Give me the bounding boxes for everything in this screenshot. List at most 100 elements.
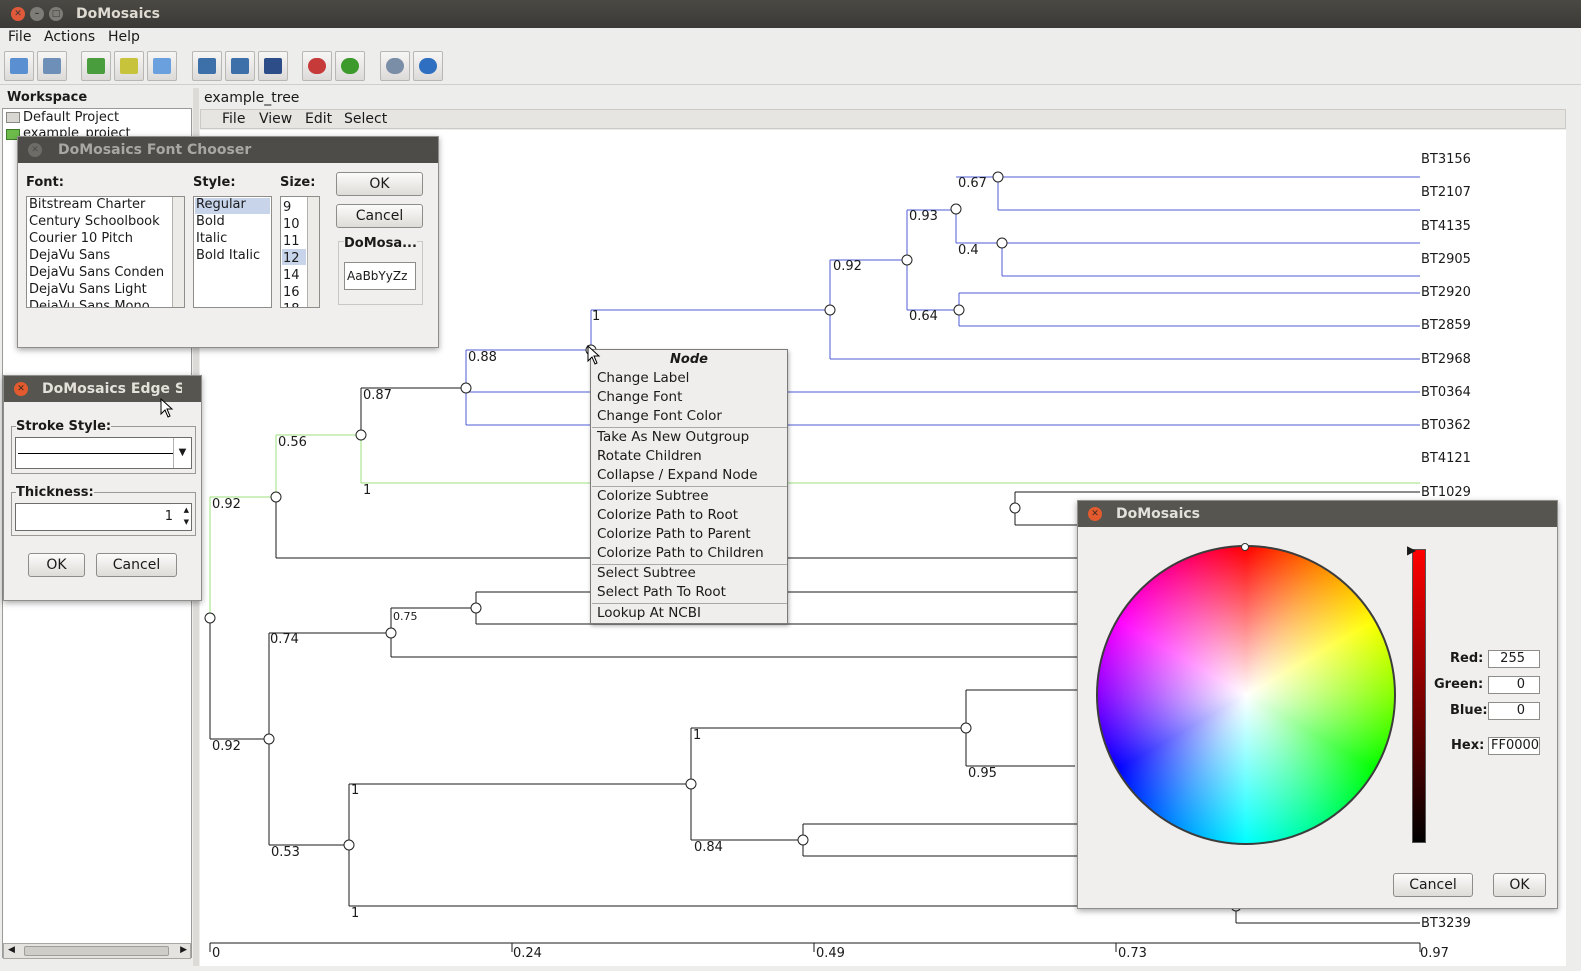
tree-node[interactable]	[996, 237, 1008, 249]
tree-branch[interactable]	[590, 309, 830, 350]
font-ok-button[interactable]: OK	[336, 172, 423, 196]
tree-branch[interactable]	[475, 591, 1100, 625]
font-option[interactable]: DejaVu Sans Conden	[29, 265, 164, 280]
tree-node[interactable]	[1009, 502, 1021, 514]
menu-item-rotate-children[interactable]: Rotate Children	[597, 448, 702, 464]
font-option[interactable]: DejaVu Sans Mono	[29, 299, 150, 307]
save-button[interactable]	[37, 51, 67, 81]
radsa-button[interactable]	[258, 51, 288, 81]
hex-field[interactable]: FF0000	[1488, 737, 1540, 755]
close-icon[interactable]: ✕	[14, 382, 28, 396]
menu-item-take-as-outgroup[interactable]: Take As New Outgroup	[597, 429, 749, 445]
blue-spinner[interactable]: 0	[1488, 702, 1540, 720]
color-ok-button[interactable]: OK	[1493, 873, 1546, 897]
tree-node[interactable]	[901, 254, 913, 266]
menu-file[interactable]: File	[8, 29, 31, 45]
font-list[interactable]: Bitstream Charter Century Schoolbook Cou…	[26, 196, 185, 308]
tree-node[interactable]	[797, 834, 809, 846]
colored-tree-button[interactable]	[302, 51, 332, 81]
tree-menu-select[interactable]: Select	[344, 111, 387, 127]
workspace-item[interactable]: Default Project	[23, 110, 119, 125]
tree-node[interactable]	[950, 203, 962, 215]
spinner-up-icon[interactable]: ▲	[184, 506, 189, 514]
brightness-slider[interactable]	[1412, 549, 1426, 843]
color-wheel-selector[interactable]	[1241, 543, 1249, 551]
menu-item-colorize-path-children[interactable]: Colorize Path to Children	[597, 545, 764, 561]
tree-menu-edit[interactable]: Edit	[305, 111, 332, 127]
size-option[interactable]: 14	[283, 268, 300, 283]
open-button[interactable]	[4, 51, 34, 81]
tree-node[interactable]	[470, 602, 482, 614]
size-option[interactable]: 10	[283, 217, 300, 232]
import-fasta-button[interactable]	[81, 51, 111, 81]
tree-node[interactable]	[270, 491, 282, 503]
leaf-label[interactable]: BT2107	[1421, 186, 1471, 200]
brightness-marker-icon[interactable]: ▶	[1407, 543, 1416, 557]
leaf-label[interactable]: BT0362	[1421, 419, 1471, 433]
settings-button[interactable]	[380, 51, 410, 81]
menu-item-lookup-ncbi[interactable]: Lookup At NCBI	[597, 605, 701, 621]
menu-item-change-label[interactable]: Change Label	[597, 370, 689, 386]
edge-cancel-button[interactable]: Cancel	[96, 553, 177, 577]
font-option[interactable]: DejaVu Sans	[29, 248, 110, 263]
menu-item-change-font-color[interactable]: Change Font Color	[597, 408, 722, 424]
tree-branch[interactable]	[906, 209, 959, 311]
spinner-down-icon[interactable]: ▼	[184, 518, 189, 526]
scroll-left-icon[interactable]: ◀	[8, 945, 15, 955]
tree-branch[interactable]	[209, 942, 1421, 952]
edit-tool-button[interactable]	[114, 51, 144, 81]
close-icon[interactable]: ✕	[28, 143, 42, 157]
workspace-horizontal-scrollbar[interactable]: ◀ ▶	[3, 943, 191, 959]
font-chooser-titlebar[interactable]: ✕ DoMosaics Font Chooser	[18, 137, 438, 163]
tree-node[interactable]	[355, 429, 367, 441]
tree-branch[interactable]	[690, 727, 966, 840]
tree-node[interactable]	[204, 612, 216, 624]
size-option[interactable]: 16	[283, 285, 300, 300]
tree-branch[interactable]	[1001, 242, 1420, 277]
size-option[interactable]: 11	[283, 234, 300, 249]
size-option[interactable]: 9	[283, 200, 291, 215]
leaf-label[interactable]: BT4121	[1421, 452, 1471, 466]
leaf-label[interactable]: BT2859	[1421, 319, 1471, 333]
close-window-icon[interactable]: ✕	[11, 7, 25, 21]
size-list-scrollbar[interactable]	[307, 197, 319, 307]
tree-branch[interactable]	[958, 292, 1420, 327]
red-value[interactable]: 255	[1500, 651, 1525, 666]
leaf-label[interactable]: BT2968	[1421, 353, 1471, 367]
thickness-spinner[interactable]: 1 ▲ ▼	[15, 503, 192, 531]
close-icon[interactable]: ✕	[1088, 507, 1102, 521]
iprscan-button[interactable]	[225, 51, 255, 81]
size-option[interactable]: 12	[283, 251, 300, 266]
edge-ok-button[interactable]: OK	[28, 553, 85, 577]
hex-value[interactable]: FF0000	[1491, 738, 1539, 753]
font-option[interactable]: Bitstream Charter	[29, 197, 145, 212]
blue-value[interactable]: 0	[1517, 703, 1525, 718]
menu-item-select-subtree[interactable]: Select Subtree	[597, 565, 696, 581]
menu-item-change-font[interactable]: Change Font	[597, 389, 682, 405]
stroke-style-select[interactable]: ▼	[15, 437, 192, 469]
style-option[interactable]: Bold Italic	[196, 248, 260, 263]
menu-item-collapse-expand[interactable]: Collapse / Expand Node	[597, 467, 758, 483]
tree-branch[interactable]	[268, 632, 391, 845]
menu-item-colorize-subtree[interactable]: Colorize Subtree	[597, 488, 709, 504]
chevron-down-icon[interactable]: ▼	[173, 438, 191, 468]
menu-item-select-path-root[interactable]: Select Path To Root	[597, 584, 726, 600]
green-value[interactable]: 0	[1517, 677, 1525, 692]
tree-branch[interactable]	[348, 783, 1100, 907]
tree-node[interactable]	[343, 839, 355, 851]
size-list[interactable]: 9 10 11 12 14 16 18	[280, 196, 320, 308]
new-folder-button[interactable]	[147, 51, 177, 81]
tree-branch[interactable]	[997, 176, 1420, 211]
size-option[interactable]: 18	[283, 302, 300, 307]
tree-node[interactable]	[824, 304, 836, 316]
tree-node[interactable]	[992, 171, 1004, 183]
style-list[interactable]: Regular Bold Italic Bold Italic	[193, 196, 272, 308]
tree-branch[interactable]	[209, 618, 269, 740]
tree-branch[interactable]	[802, 823, 1100, 857]
style-option[interactable]: Regular	[196, 197, 246, 212]
red-spinner[interactable]: 255	[1488, 650, 1540, 668]
leaf-label[interactable]: BT0364	[1421, 386, 1471, 400]
tree-node[interactable]	[460, 382, 472, 394]
tree-node[interactable]	[263, 733, 275, 745]
maximize-window-icon[interactable]: □	[49, 7, 63, 21]
